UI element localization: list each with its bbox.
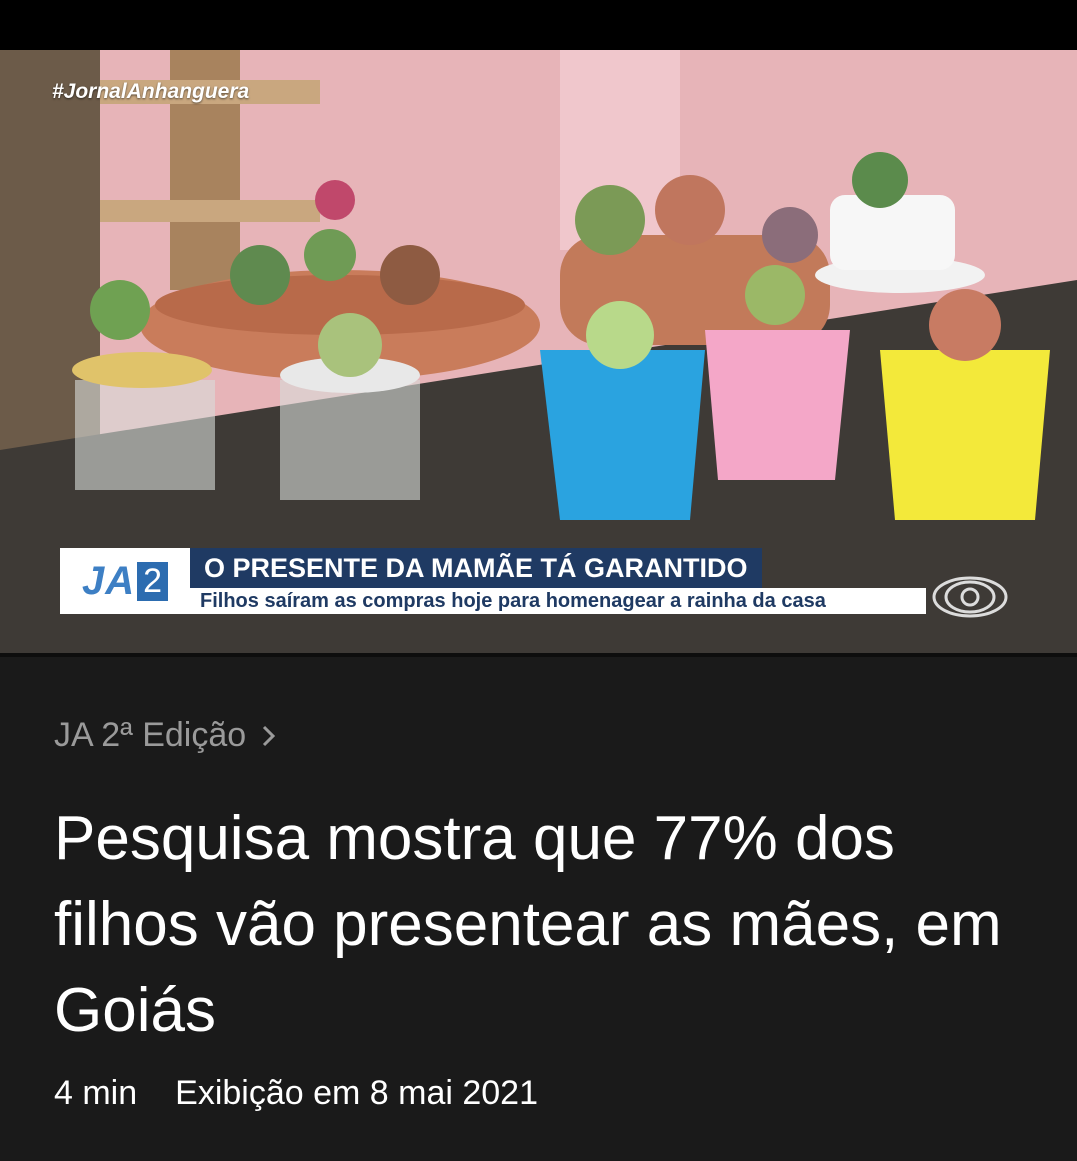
program-logo-number: 2 (137, 561, 169, 601)
article-title: Pesquisa mostra que 77% dos filhos vão p… (54, 804, 1002, 1045)
video-duration: 4 min (54, 1074, 138, 1112)
news-lower-third: JA 2 O PRESENTE DA MAMÃE TÁ GARANTIDO Fi… (60, 548, 928, 616)
category-link[interactable]: JA 2ª Edição (54, 716, 278, 755)
video-divider (0, 653, 1077, 657)
network-logo-icon (932, 576, 1008, 618)
article-meta: 4 min Exibição em 8 mai 2021 (54, 1074, 538, 1113)
program-logo: JA 2 (60, 548, 190, 614)
video-player[interactable]: #JornalAnhanguera JA 2 O PRESENTE DA MAM… (0, 50, 1077, 655)
banner-subtitle: Filhos saíram as compras hoje para homen… (190, 588, 926, 614)
chevron-right-icon (263, 725, 276, 746)
air-date: Exibição em 8 mai 2021 (175, 1074, 539, 1112)
category-label: JA 2ª Edição (54, 716, 247, 754)
program-logo-text: JA (81, 558, 136, 603)
status-bar (0, 0, 1077, 50)
banner-headline: O PRESENTE DA MAMÃE TÁ GARANTIDO (190, 548, 762, 588)
hashtag-overlay: #JornalAnhanguera (52, 80, 250, 103)
